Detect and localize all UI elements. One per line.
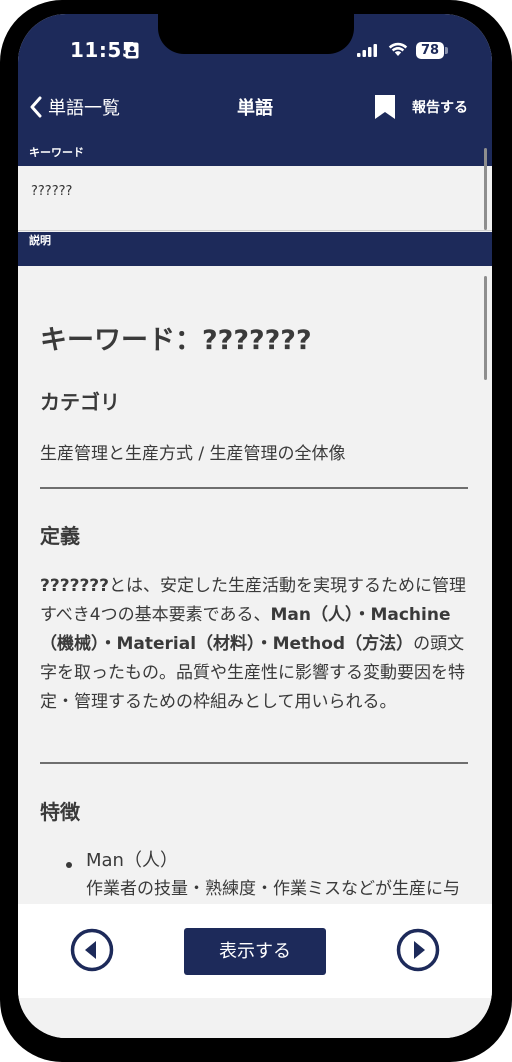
feature-1-text: 作業者の技量・熟練度・作業ミスなどが生産に与える影響を管理。教育・訓練の充実や標 [86, 879, 460, 899]
notch [158, 14, 354, 54]
circle-prev-icon[interactable] [70, 928, 114, 972]
phone-frame: 11:55 78 単語一覧 単語 報告する キーワード ?????? 説明 キー… [0, 0, 512, 1062]
definition-heading: 定義 [40, 524, 80, 548]
navigation-bar: 単語一覧 単語 報告する [18, 92, 492, 142]
description-scrollbar[interactable] [484, 276, 487, 380]
feature-bullet [66, 862, 72, 868]
circle-next-icon[interactable] [396, 928, 440, 972]
battery-tip [445, 47, 448, 54]
show-button[interactable]: 表示する [184, 928, 326, 975]
cellular-signal-icon [357, 44, 377, 57]
report-button[interactable]: 報告する [374, 92, 468, 122]
definition-paragraph: ???????とは、安定した生産活動を実現するために管理すべき4つの基本要素であ… [40, 572, 468, 717]
features-heading: 特徴 [40, 800, 80, 824]
document-title: キーワード：??????? [40, 325, 312, 356]
keyword-scrollbar[interactable] [484, 148, 487, 230]
category-text: 生産管理と生産方式 / 生産管理の全体像 [40, 444, 346, 464]
content-area[interactable]: キーワード ?????? 説明 キーワード：??????? カテゴリ 生産管理と… [18, 142, 492, 904]
bookmark-icon [375, 95, 395, 119]
definition-term: ??????? [40, 576, 110, 596]
contact-card-icon [125, 42, 139, 59]
category-rule [40, 487, 468, 489]
definition-material: Material（材料） [116, 634, 256, 654]
definition-separator-2: ・ [99, 634, 117, 654]
bottom-toolbar: 表示する [18, 904, 492, 998]
definition-man: Man（人） [270, 605, 354, 625]
keyword-value: ?????? [31, 184, 73, 199]
screen: 11:55 78 単語一覧 単語 報告する キーワード ?????? 説明 キー… [18, 14, 492, 1038]
report-button-label: 報告する [412, 100, 468, 116]
battery-indicator: 78 [416, 42, 444, 59]
volume-up-button [0, 258, 2, 338]
definition-separator-1: ・ [353, 605, 371, 625]
keyword-section-header: キーワード [18, 142, 492, 166]
description-section-header: 説明 [18, 232, 492, 266]
keyword-divider [18, 230, 492, 231]
mute-switch [0, 186, 2, 226]
definition-method: Method（方法） [272, 634, 414, 654]
feature-1-title: Man（人） [86, 850, 178, 871]
definition-separator-3: ・ [255, 634, 273, 654]
wifi-icon [388, 42, 408, 56]
home-indicator-area [18, 998, 492, 1038]
definition-rule [40, 762, 468, 764]
category-heading: カテゴリ [40, 390, 120, 414]
